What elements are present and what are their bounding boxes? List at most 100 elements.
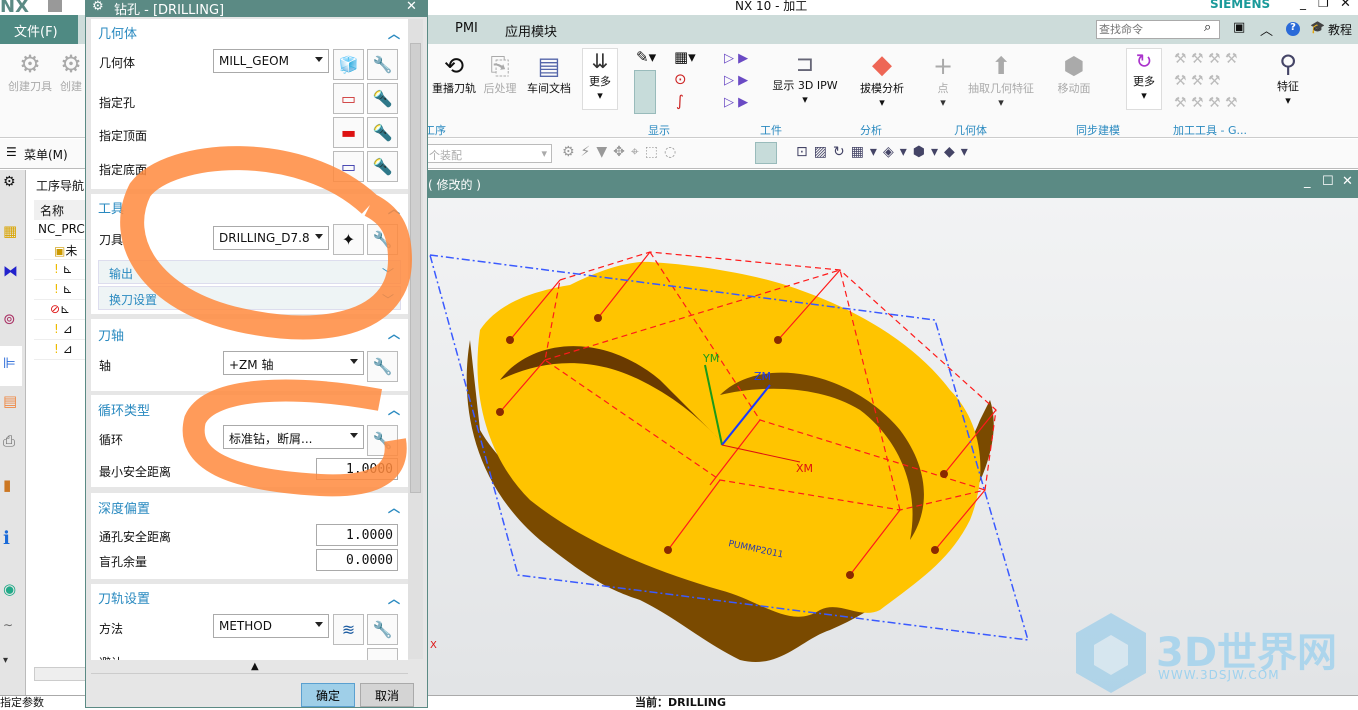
nav-row[interactable]: ⊘⊾ — [34, 300, 86, 320]
close-icon[interactable]: ✕ — [1340, 0, 1351, 11]
ribbon-display-icon[interactable]: ▣ — [1233, 20, 1245, 35]
specify-top-button[interactable]: ▬ — [333, 117, 364, 148]
axis-select[interactable]: +ZM 轴 — [223, 351, 364, 375]
group-display[interactable]: 显示 — [648, 122, 670, 138]
geometry-view-icon[interactable]: ▦ — [3, 222, 17, 240]
specify-bottom-button[interactable]: ▭ — [333, 151, 364, 182]
collapse-dialog-icon[interactable]: ▲ — [251, 661, 259, 672]
blind-stock-input[interactable]: 0.0000 — [316, 549, 398, 571]
tab-file[interactable]: 文件(F) — [0, 15, 78, 44]
edit-tool-wrench-icon[interactable]: 🔧 — [367, 224, 398, 255]
new-method-button[interactable]: ≋ — [333, 614, 364, 645]
viewport-minimize-icon[interactable]: _ — [1304, 174, 1311, 189]
more-button-1[interactable]: ⇊ 更多 ▾ — [582, 48, 618, 110]
tab-pmi[interactable]: PMI — [455, 21, 478, 36]
min-clearance-input[interactable]: 1.0000 — [316, 458, 398, 480]
edit-display-icon[interactable]: ✎▾ — [636, 48, 656, 66]
assembly-filter-select[interactable]: 个装配 ▾ — [426, 144, 552, 163]
machine-view-icon[interactable]: ⧓ — [3, 262, 18, 280]
view-tools-icons[interactable]: ⊡▨↻▦▾◈▾⬢▾◆▾ — [796, 144, 974, 160]
viewport-close-icon[interactable]: ✕ — [1342, 174, 1353, 189]
collapse-icon[interactable]: ︿ — [388, 401, 400, 418]
group-sync-modeling[interactable]: 同步建模 — [1076, 122, 1120, 138]
new-tool-button[interactable]: ✦ — [333, 224, 364, 255]
cycle-select[interactable]: 标准钻，断屑... — [223, 425, 364, 449]
selection-tools-icons[interactable]: ⚙⚡▼✥⌖⬚◌ — [562, 144, 682, 160]
minimize-icon[interactable]: _ — [1300, 0, 1306, 10]
section-depth-header[interactable]: 深度偏置 — [98, 498, 150, 517]
machining-tools[interactable]: ⚒ ⚒ ⚒ ⚒ ⚒ ⚒ ⚒ ⚒ ⚒ ⚒ ⚒ — [1174, 48, 1260, 114]
group-machining-tools[interactable]: 加工工具 - G... — [1173, 122, 1247, 138]
books-icon[interactable]: ▮ — [3, 476, 11, 494]
graphics-viewport[interactable]: YM ZM XM PUMMP2011 X 3D世界网 WWW.3DSJW.COM — [428, 198, 1358, 695]
feature-button[interactable]: ⚲ 特征 ▾ — [1270, 50, 1306, 107]
nav-row[interactable]: ! ⊿ — [34, 320, 86, 340]
specify-hole-button[interactable]: ▭ — [333, 83, 364, 114]
dialog-title-bar[interactable]: ⚙ 钻孔 - [DRILLING] ✕ — [86, 0, 427, 18]
show-top-flashlight-icon[interactable]: 🔦 — [367, 117, 398, 148]
method-view-icon[interactable]: ⊚ — [3, 310, 16, 328]
shop-doc-button[interactable]: ▤ 车间文档 — [524, 52, 574, 96]
viewport-maximize-icon[interactable]: ☐ — [1322, 174, 1334, 189]
method-wrench-icon[interactable]: 🔧 — [367, 614, 398, 645]
save-icon[interactable] — [48, 0, 62, 12]
collapse-icon[interactable]: ︿ — [388, 200, 400, 217]
group-workpiece[interactable]: 工件 — [760, 122, 782, 138]
section-geometry-header[interactable]: 几何体 — [98, 23, 137, 42]
show-bottom-flashlight-icon[interactable]: 🔦 — [367, 151, 398, 182]
nav-row[interactable]: ! ⊿ — [34, 340, 86, 360]
library-icon[interactable]: ⎙ — [3, 432, 15, 450]
circle-point-icon[interactable]: ⊙ — [674, 70, 687, 88]
navigator-hscrollbar[interactable] — [34, 667, 86, 681]
section-cycle-header[interactable]: 循环类型 — [98, 400, 150, 419]
restore-icon[interactable]: ❐ — [1318, 0, 1329, 10]
new-geometry-button[interactable]: 🧊 — [333, 49, 364, 80]
group-geometry[interactable]: 几何体 — [954, 122, 987, 138]
section-axis-header[interactable]: 刀轴 — [98, 325, 124, 344]
nav-row-unused[interactable]: ▣未 — [34, 240, 86, 260]
nav-row[interactable]: ! ⊾ — [34, 280, 86, 300]
nav-root-row[interactable]: NC_PRC — [34, 220, 86, 240]
curve-icon[interactable]: ∫ — [676, 92, 684, 110]
command-search-input[interactable] — [1096, 20, 1220, 39]
dialog-gear-icon[interactable]: ⚙ — [92, 0, 104, 14]
help-icon[interactable]: ? — [1286, 22, 1300, 36]
draft-analysis-button[interactable]: ◆ 拔模分析 ▾ — [855, 50, 909, 109]
scrollbar-thumb[interactable] — [410, 43, 421, 493]
info-icon[interactable]: ℹ — [3, 528, 10, 549]
dialog-scrollbar[interactable] — [408, 19, 423, 659]
collapse-icon[interactable]: ︿ — [388, 499, 400, 516]
machine-tool-icon[interactable]: ▤ — [3, 392, 17, 410]
show-3d-ipw-button[interactable]: ⊐ 显示 3D IPW ▾ — [772, 52, 838, 106]
postprocess-button[interactable]: ⎘ 后处理 — [480, 52, 520, 96]
toolchange-subsection[interactable]: 换刀设置 ﹀ — [98, 286, 401, 310]
output-subsection[interactable]: 输出 ﹀ — [98, 260, 401, 284]
workpiece-icons-row-3[interactable]: ▷ ▶ — [724, 92, 768, 114]
cycle-wrench-icon[interactable]: 🔧 — [367, 425, 398, 456]
avoidance-button[interactable]: ↔ — [367, 648, 398, 660]
cube-view-toggle[interactable] — [755, 142, 777, 164]
move-face-button[interactable]: ⬢ 移动面 — [1052, 52, 1096, 96]
web-doc-icon[interactable]: ◉ — [3, 580, 16, 598]
create-button[interactable]: ⚙ 创建 — [58, 50, 84, 94]
collapse-icon[interactable]: ︿ — [388, 590, 400, 607]
display-settings-icon[interactable]: ▦▾ — [674, 48, 696, 66]
geometry-select[interactable]: MILL_GEOM — [213, 49, 329, 73]
workpiece-icons-row-1[interactable]: ▷ ▶ — [724, 48, 768, 70]
method-select[interactable]: METHOD — [213, 614, 329, 638]
search-icon[interactable]: ⌕ — [1204, 20, 1211, 35]
point-button[interactable]: + 点 ▾ — [928, 52, 958, 109]
collapse-icon[interactable]: ︿ — [388, 25, 400, 42]
show-hole-flashlight-icon[interactable]: 🔦 — [367, 83, 398, 114]
scroll-down-icon[interactable]: ▾ — [3, 655, 8, 666]
section-tool-header[interactable]: 工具 — [98, 198, 124, 217]
ok-button[interactable]: 确定 — [301, 683, 355, 707]
section-path-header[interactable]: 刀轨设置 — [98, 588, 150, 607]
column-header-name[interactable]: 名称 — [34, 200, 86, 220]
dialog-close-icon[interactable]: ✕ — [406, 0, 417, 14]
through-clearance-input[interactable]: 1.0000 — [316, 524, 398, 546]
cancel-button[interactable]: 取消 — [360, 683, 414, 707]
workpiece-icons-row-2[interactable]: ▷ ▶ — [724, 70, 768, 92]
collapse-ribbon-icon[interactable]: ︿ — [1260, 20, 1273, 39]
tutorial-link[interactable]: 教程 — [1328, 21, 1352, 38]
